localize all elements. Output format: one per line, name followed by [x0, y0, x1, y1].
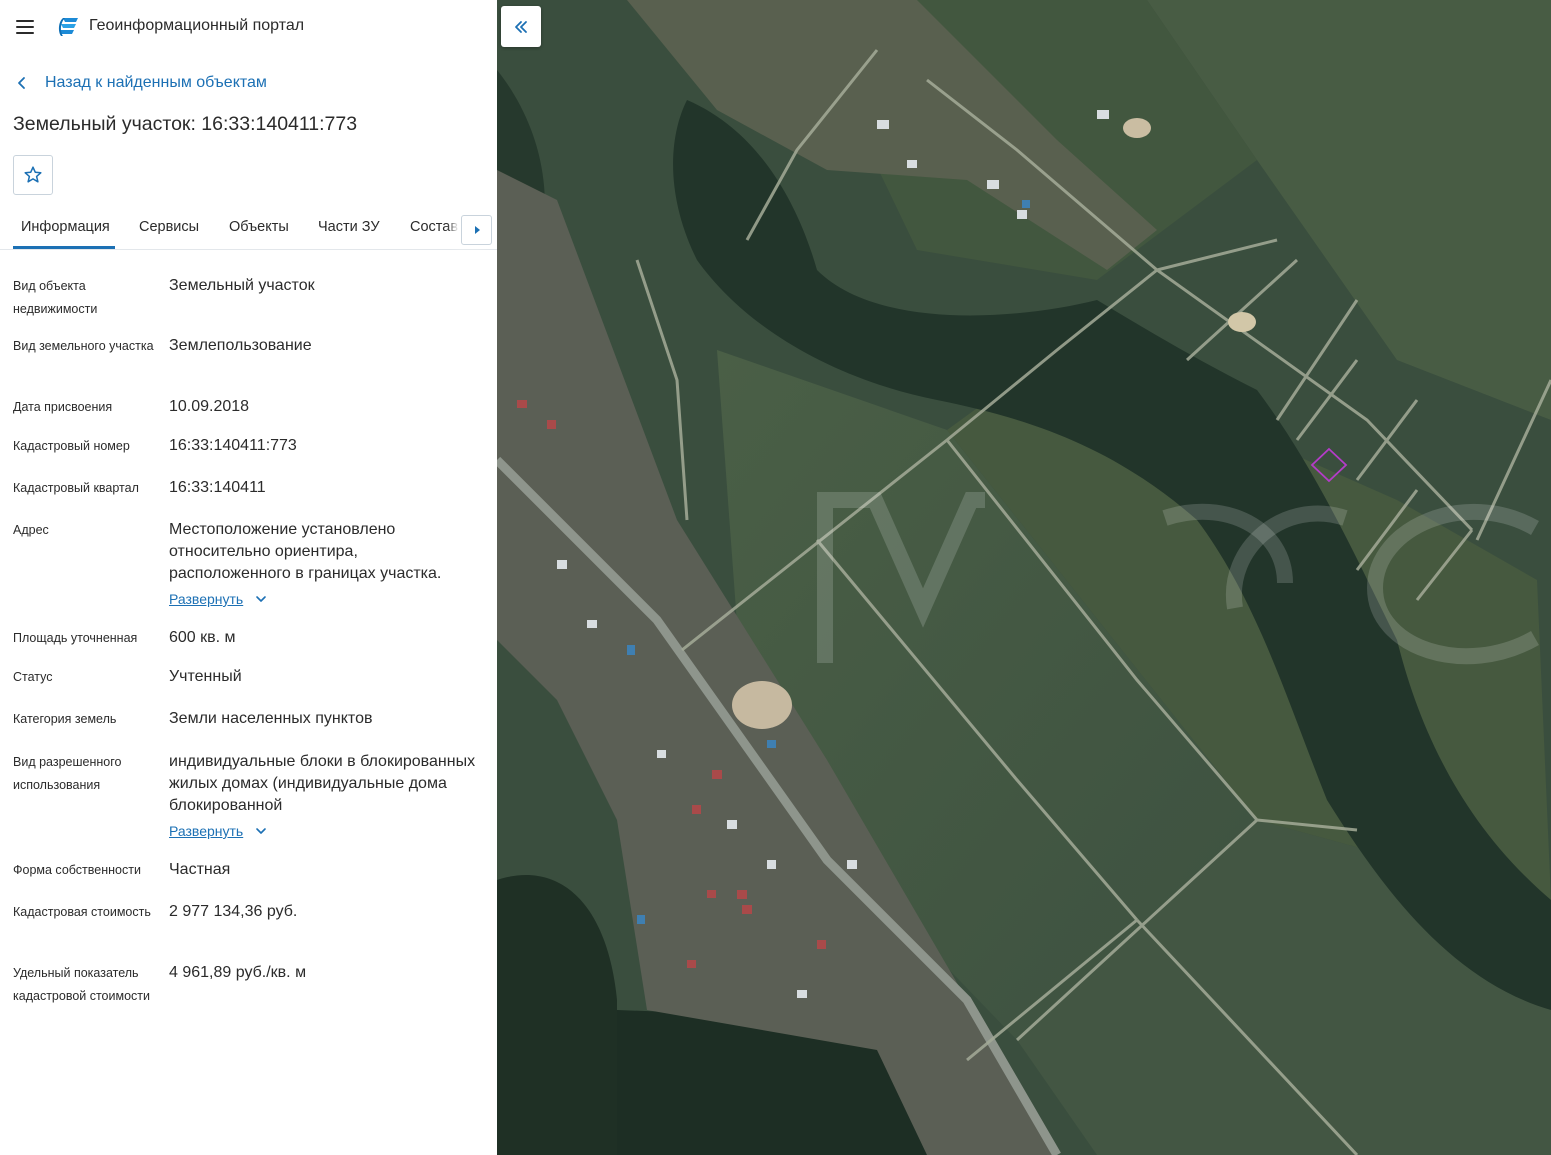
- map-imagery: [497, 0, 1551, 1155]
- tab-information[interactable]: Информация: [21, 219, 110, 235]
- info-label: Кадастровый квартал: [13, 481, 139, 495]
- info-label: Площадь уточненная: [13, 631, 138, 645]
- expand-label: Развернуть: [169, 591, 244, 607]
- info-value: Учтенный: [169, 668, 242, 685]
- info-value: 2 977 134,36 руб.: [169, 903, 298, 920]
- chevron-left-icon: [18, 77, 25, 89]
- info-value: индивидуальные блоки в блокированных жил…: [169, 753, 476, 814]
- info-label: Вид разрешенного использования: [13, 755, 122, 792]
- info-value: Земельный участок: [169, 277, 315, 294]
- expand-permitted-use-link[interactable]: Развернуть: [169, 823, 267, 839]
- info-value: Местоположение установлено относительно …: [169, 521, 442, 582]
- satellite-map[interactable]: [497, 0, 1551, 1155]
- expand-label: Развернуть: [169, 823, 244, 839]
- tab-services[interactable]: Сервисы: [139, 219, 199, 235]
- info-label: Вид объекта недвижимости: [13, 279, 98, 316]
- hamburger-icon[interactable]: [14, 17, 36, 37]
- info-label: Дата присвоения: [13, 400, 113, 414]
- info-label: Форма собственности: [13, 863, 141, 877]
- portal-logo-icon: [58, 18, 78, 36]
- info-label: Статус: [13, 670, 53, 684]
- info-value: Земли населенных пунктов: [169, 710, 373, 727]
- info-value: 10.09.2018: [169, 398, 250, 415]
- double-chevron-left-icon: [515, 20, 527, 33]
- back-to-results-link[interactable]: Назад к найденным объектам: [15, 72, 267, 94]
- info-label: Кадастровая стоимость: [13, 905, 151, 919]
- app-header: Геоинформационный портал: [0, 0, 497, 54]
- page-title: Земельный участок: 16:33:140411:773: [13, 113, 358, 135]
- tab-parts[interactable]: Части ЗУ: [318, 219, 380, 235]
- active-tab-indicator: [13, 246, 115, 249]
- tab-composition[interactable]: Состав: [410, 219, 458, 235]
- expand-address-link[interactable]: Развернуть: [169, 591, 267, 607]
- info-label: Адрес: [13, 523, 49, 537]
- favorite-button[interactable]: [13, 155, 53, 195]
- chevron-down-icon: [256, 596, 267, 602]
- collapse-panel-button[interactable]: [501, 6, 541, 47]
- info-label: Вид земельного участка: [13, 339, 154, 353]
- info-label: Кадастровый номер: [13, 439, 130, 453]
- tab-objects[interactable]: Объекты: [229, 219, 289, 235]
- info-label: Удельный показатель кадастровой стоимост…: [13, 966, 150, 1003]
- star-icon: [24, 166, 42, 183]
- info-value: 16:33:140411:773: [169, 437, 297, 454]
- info-value: Частная: [169, 861, 231, 878]
- info-value: Землепользование: [169, 337, 312, 354]
- info-value: 600 кв. м: [169, 629, 236, 646]
- info-value: 16:33:140411: [169, 479, 266, 496]
- back-link-label: Назад к найденным объектам: [45, 74, 267, 91]
- info-label: Категория земель: [13, 712, 117, 726]
- app-title: Геоинформационный портал: [89, 17, 305, 34]
- tab-bar: Информация Сервисы Объекты Части ЗУ Сост…: [0, 208, 497, 250]
- info-value: 4 961,89 руб./кв. м: [169, 964, 307, 981]
- caret-right-icon: [474, 226, 480, 234]
- info-panel: Геоинформационный портал Назад к найденн…: [0, 0, 497, 1155]
- chevron-down-icon: [256, 828, 267, 834]
- tabs-scroll-right-button[interactable]: [461, 215, 492, 245]
